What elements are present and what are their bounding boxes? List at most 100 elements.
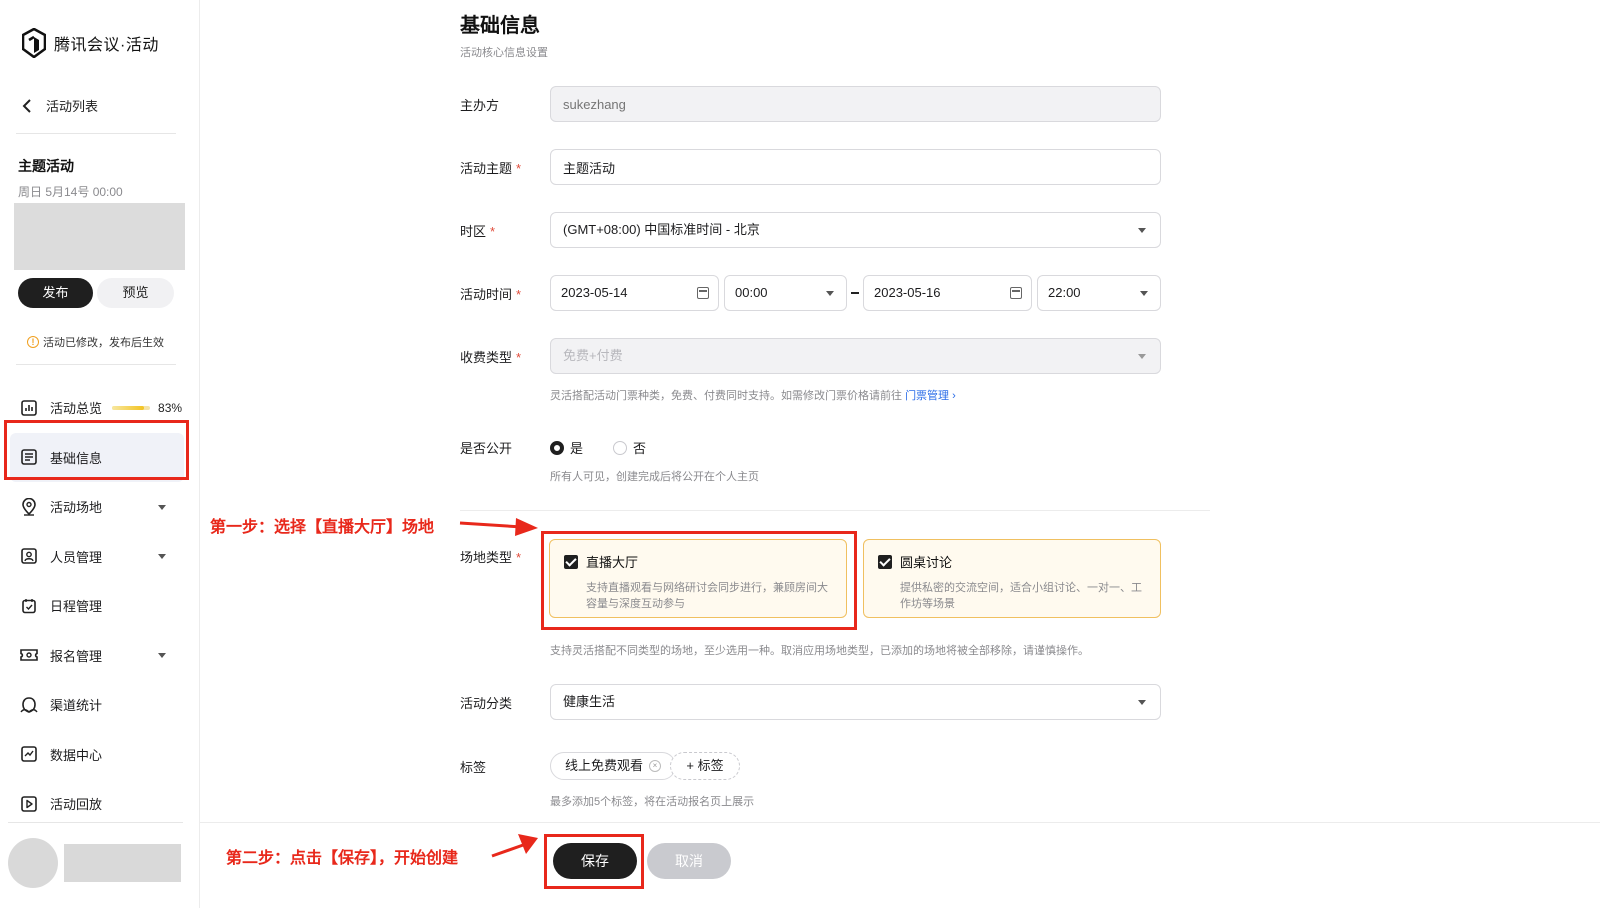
tag-chip[interactable]: 线上免费观看 × [550,752,677,780]
chevron-left-icon [22,98,31,113]
location-icon [20,497,38,516]
sidebar-item-label: 日程管理 [50,599,103,615]
timezone-select[interactable]: (GMT+08:00) 中国标准时间 - 北京 [550,212,1161,248]
sidebar-item-registration[interactable]: 报名管理 [0,631,200,681]
sidebar-item-venue[interactable]: 活动场地 [0,482,200,532]
close-icon[interactable]: × [649,760,662,772]
sidebar-divider [8,822,183,823]
annotation-arrow-right-icon [491,834,538,858]
sidebar-item-label: 基础信息 [50,450,103,466]
chevron-down-icon [1138,700,1146,705]
chevron-down-icon [158,504,166,510]
checkbox-checked-icon[interactable] [564,554,578,569]
end-date-picker[interactable]: 2023-05-16 [863,275,1032,311]
public-label: 是否公开 [460,441,513,456]
trend-icon [20,745,38,763]
sidebar-item-label: 活动回放 [50,797,103,813]
tag-label: 线上免费观看 [565,758,644,773]
sidebar-item-channel-stats[interactable]: 渠道统计 [0,680,200,730]
play-icon [20,795,38,813]
tencent-meeting-logo-icon [22,28,46,58]
start-time-value: 00:00 [735,285,768,300]
person-card-icon [20,547,38,565]
organizer-input [550,86,1161,122]
overview-progress-fill [112,405,144,410]
time-range-separator [851,292,859,294]
back-label: 活动列表 [46,99,99,114]
sidebar-item-people[interactable]: 人员管理 [0,532,200,582]
sidebar-divider [16,133,176,134]
app-name: 腾讯会议·活动 [54,37,159,54]
ticket-icon [20,646,38,664]
back-to-event-list[interactable]: 活动列表 [22,96,98,115]
venue-card-live-hall[interactable]: 直播大厅 支持直播观看与网络研讨会同步进行，兼顾房间大容量与深度互动参与 [549,539,847,618]
sidebar-item-label: 活动总览 [50,401,103,417]
chevron-down-icon [1138,354,1146,359]
public-help: 所有人可见，创建完成后将公开在个人主页 [550,471,759,483]
sidebar-item-data-center[interactable]: 数据中心 [0,730,200,780]
public-radio-group: 是 否 [550,438,646,457]
overview-progress-text: 83% [158,400,183,415]
event-title: 主题活动 [18,158,74,174]
calendar-icon [697,287,709,299]
sidebar-item-schedule[interactable]: 日程管理 [0,581,200,631]
page-title: 基础信息 [460,15,540,37]
page-subtitle: 活动核心信息设置 [460,47,548,59]
venue-card-title: 直播大厅 [586,555,639,570]
category-value: 健康生活 [563,694,616,709]
sidebar-item-label: 渠道统计 [50,698,103,714]
radio-label: 否 [633,441,647,456]
app-logo[interactable]: 腾讯会议·活动 [22,28,159,58]
public-yes-radio[interactable]: 是 [550,438,583,457]
notice-text: 活动已修改，发布后生效 [43,337,164,349]
sidebar-divider [16,364,176,365]
start-time-select[interactable]: 00:00 [724,275,847,311]
preview-button[interactable]: 预览 [97,278,174,308]
end-date-value: 2023-05-16 [874,285,941,300]
category-select[interactable]: 健康生活 [550,684,1161,720]
calendar-check-icon [20,597,38,615]
tags-label: 标签 [460,760,487,775]
bar-chart-icon [20,399,38,417]
add-tag-button[interactable]: + 标签 [670,752,740,780]
event-date: 周日 5月14号 00:00 [18,185,123,199]
end-time-select[interactable]: 22:00 [1037,275,1161,311]
user-profile[interactable] [8,838,181,888]
fee-type-select: 免费+付费 [550,338,1161,374]
annotation-step-2: 第二步：点击【保存】，开始创建 [226,850,459,867]
modified-notice: ! 活动已修改，发布后生效 [27,334,164,350]
avatar [8,838,58,888]
save-button[interactable]: 保存 [553,843,637,879]
annotation-arrow-right-icon [459,518,538,536]
sidebar-item-overview[interactable]: 活动总览 83% [0,383,200,433]
overview-progress-bar [112,405,151,410]
topic-input[interactable] [550,149,1161,185]
sidebar-item-basic-info[interactable]: 基础信息 [10,432,184,482]
checkbox-checked-icon[interactable] [878,554,892,569]
event-cover-image [14,203,185,270]
category-label: 活动分类 [460,696,513,711]
channel-icon [20,696,38,714]
sidebar-item-label: 报名管理 [50,648,103,664]
radio-selected-icon [550,440,564,455]
venue-card-roundtable[interactable]: 圆桌讨论 提供私密的交流空间，适合小组讨论、一对一、工作坊等场景 [863,539,1161,618]
public-no-radio[interactable]: 否 [613,438,646,457]
timezone-value: (GMT+08:00) 中国标准时间 - 北京 [563,222,760,237]
footer-divider [200,822,1600,823]
organizer-label: 主办方 [460,98,500,113]
radio-unselected-icon [613,440,628,455]
start-date-value: 2023-05-14 [561,285,628,300]
venue-type-label: 场地类型 * [460,550,522,565]
sidebar-item-label: 活动场地 [50,500,103,516]
calendar-icon [1010,287,1022,299]
chevron-down-icon [1138,228,1146,233]
sidebar-nav: 活动总览 83% 基础信息 活动场地 人员管理 日程管理 报名管理 渠道统计 数… [0,383,200,829]
publish-button[interactable]: 发布 [18,278,93,308]
radio-label: 是 [570,441,584,456]
cancel-button[interactable]: 取消 [647,843,731,879]
chevron-down-icon [826,291,834,296]
chevron-down-icon [1140,291,1148,296]
start-date-picker[interactable]: 2023-05-14 [550,275,719,311]
venue-card-desc: 提供私密的交流空间，适合小组讨论、一对一、工作坊等场景 [900,582,1142,610]
ticket-management-link[interactable]: 门票管理 › [905,390,956,402]
